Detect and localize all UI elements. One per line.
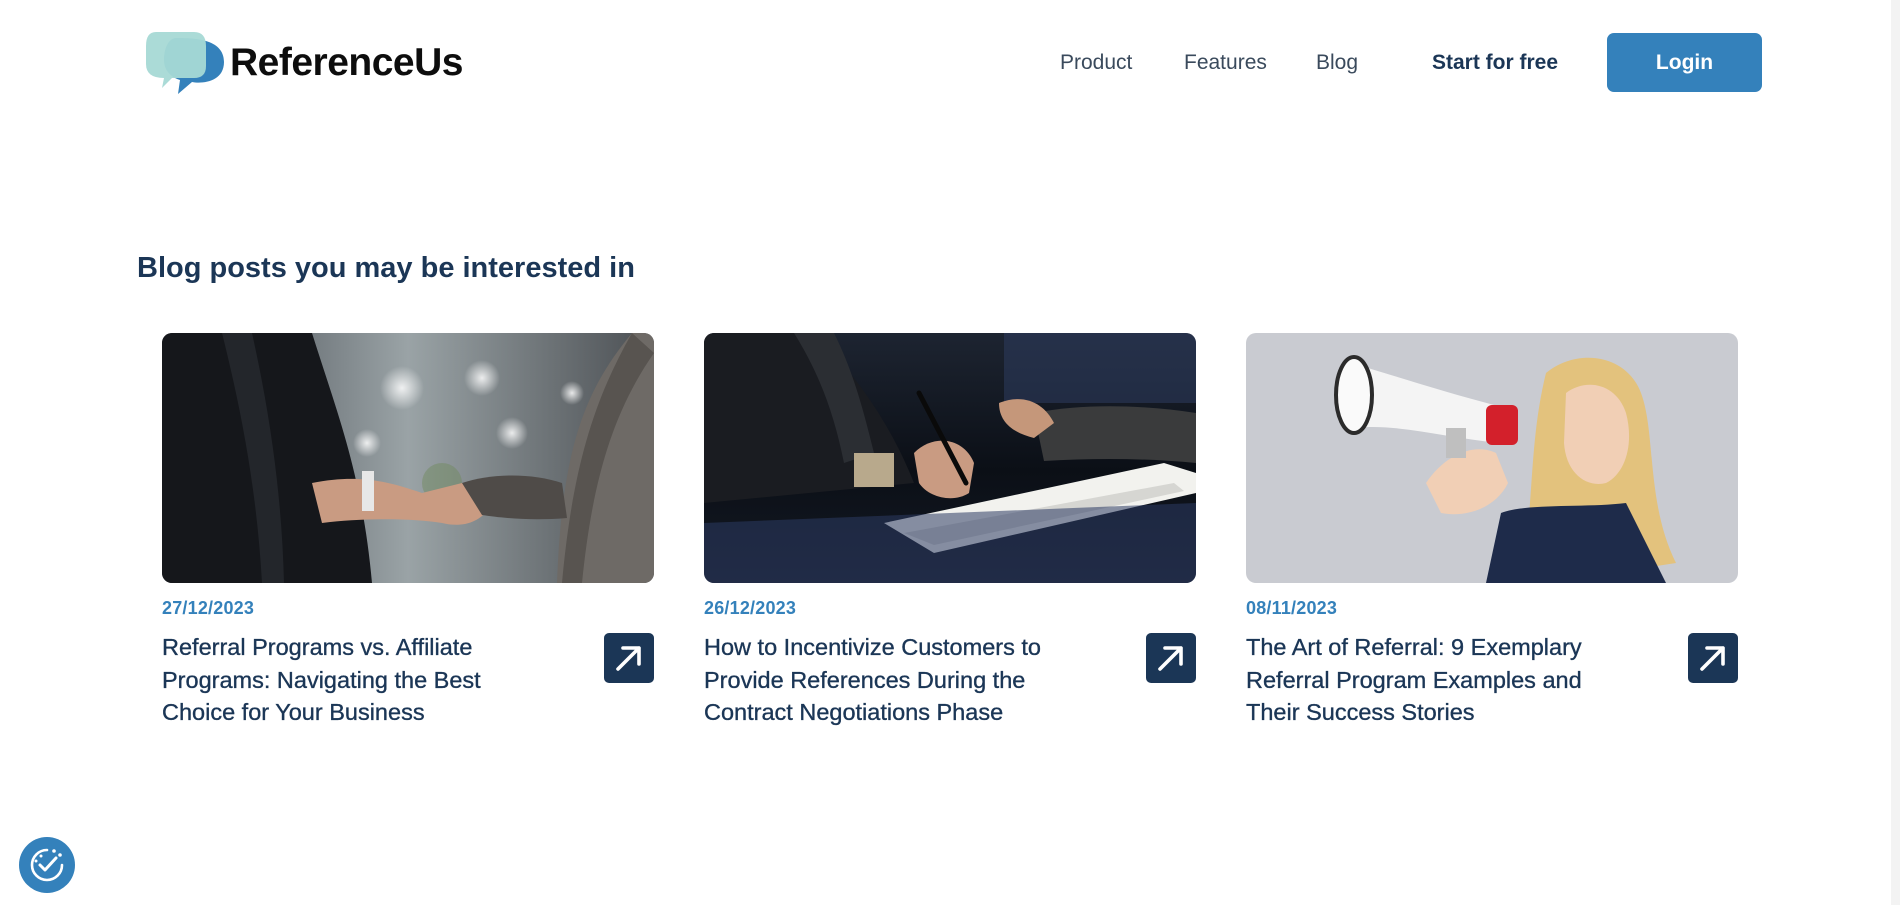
post-title[interactable]: The Art of Referral: 9 Exemplary Referra… <box>1246 631 1591 729</box>
nav-blog-link[interactable]: Blog <box>1316 52 1358 73</box>
nav-product-link[interactable]: Product <box>1060 52 1132 73</box>
post-title[interactable]: How to Incentivize Customers to Provide … <box>704 631 1049 729</box>
open-post-button[interactable] <box>1146 633 1196 683</box>
logo-link[interactable]: ReferenceUs <box>142 30 463 94</box>
page-scroll-gutter <box>1891 0 1900 905</box>
arrow-up-right-icon <box>1700 646 1725 671</box>
post-title[interactable]: Referral Programs vs. Affiliate Programs… <box>162 631 507 729</box>
nav-features-link[interactable]: Features <box>1184 52 1267 73</box>
cookie-consent-icon <box>30 848 64 882</box>
site-header: ReferenceUs Product Features Blog Start … <box>0 0 1890 120</box>
arrow-up-right-icon <box>616 646 641 671</box>
post-date: 08/11/2023 <box>1246 598 1338 618</box>
open-post-button[interactable] <box>604 633 654 683</box>
contract-signing-photo <box>704 333 1196 583</box>
start-for-free-link[interactable]: Start for free <box>1432 52 1558 73</box>
open-post-button[interactable] <box>1688 633 1738 683</box>
post-date: 27/12/2023 <box>162 598 255 618</box>
handshake-photo <box>162 333 654 583</box>
brand-name: ReferenceUs <box>230 40 463 84</box>
cookie-consent-button[interactable] <box>19 837 75 893</box>
section-title: Blog posts you may be interested in <box>137 252 635 284</box>
login-button[interactable]: Login <box>1607 33 1762 92</box>
arrow-up-right-icon <box>1158 646 1183 671</box>
post-date: 26/12/2023 <box>704 598 797 618</box>
blog-card[interactable]: 08/11/2023 The Art of Referral: 9 Exempl… <box>1246 333 1738 725</box>
speech-bubbles-logo-icon <box>146 32 224 94</box>
blog-card[interactable]: 27/12/2023 Referral Programs vs. Affilia… <box>162 333 654 725</box>
megaphone-woman-photo <box>1246 333 1738 583</box>
blog-card[interactable]: 26/12/2023 How to Incentivize Customers … <box>704 333 1196 725</box>
